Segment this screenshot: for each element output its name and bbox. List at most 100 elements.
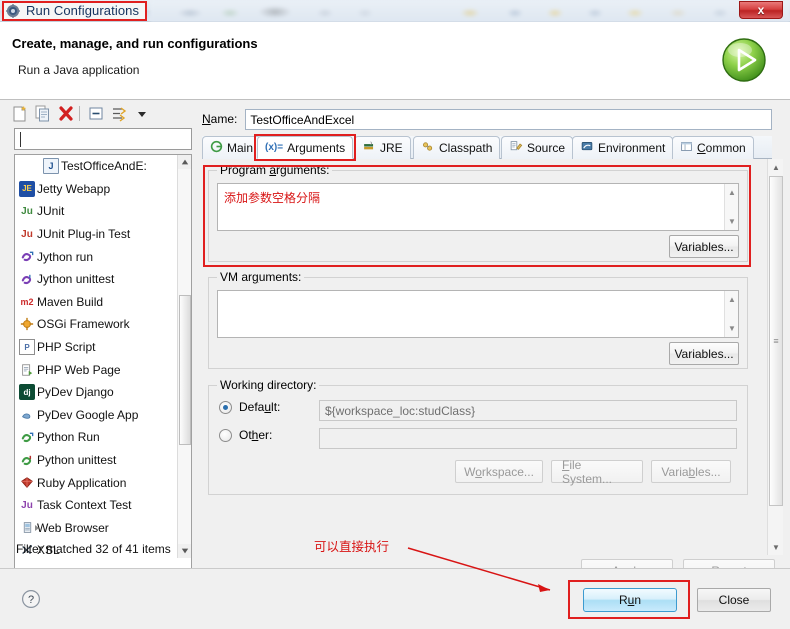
chevron-right-icon[interactable]: [35, 524, 39, 531]
working-directory-label: Working directory:: [217, 378, 320, 392]
close-button[interactable]: Close: [697, 588, 771, 612]
tree-item-maven-build[interactable]: m2 Maven Build: [15, 291, 179, 314]
vm-arguments-group: VM arguments: ▲ ▼ Variables...: [208, 270, 748, 369]
annotation-arrow: [407, 547, 551, 592]
help-question-icon[interactable]: ?: [21, 589, 41, 609]
workspace-button[interactable]: Workspace...: [455, 460, 543, 483]
vm-arguments-scrollbar[interactable]: ▲ ▼: [724, 291, 738, 337]
tree-item-pydev-django[interactable]: dj PyDev Django: [15, 381, 179, 404]
panel-vertical-scrollbar[interactable]: ▲ ≡ ▼: [767, 159, 783, 555]
tree-item-web-browser[interactable]: Web Browser: [15, 517, 179, 540]
tab-label: Main: [227, 141, 254, 155]
scroll-up-arrow-icon[interactable]: ▲: [769, 160, 783, 174]
tab-label: Common: [697, 141, 746, 155]
name-input[interactable]: TestOfficeAndExcel: [245, 108, 772, 130]
working-dir-variables-button[interactable]: Variables...: [651, 460, 731, 483]
radio-label: Other:: [239, 428, 273, 442]
sidebar-toolbar: [7, 101, 195, 125]
tree-item-label: Web Browser: [37, 520, 109, 535]
tab-main[interactable]: Main: [202, 136, 262, 159]
web-browser-icon: [19, 520, 35, 536]
working-dir-other-input[interactable]: [319, 428, 737, 449]
tree-item-jython-run[interactable]: Jython run: [15, 245, 179, 268]
panel-scrollbar-thumb[interactable]: ≡: [769, 176, 783, 506]
tree-item-osgi-framework[interactable]: OSGi Framework: [15, 313, 179, 336]
tree-item-jetty-webapp[interactable]: JE Jetty Webapp: [15, 178, 179, 201]
tree-scrollbar-thumb[interactable]: [179, 295, 191, 445]
scroll-up-arrow-icon[interactable]: ▲: [725, 186, 738, 199]
duplicate-icon[interactable]: [33, 104, 53, 123]
tree-item-task-context-test[interactable]: Ju Task Context Test: [15, 494, 179, 517]
working-dir-other-radio[interactable]: Other:: [219, 428, 272, 442]
osgi-icon: [19, 316, 35, 332]
scroll-down-arrow-icon[interactable]: ▼: [725, 215, 738, 228]
name-label: Name:: [202, 112, 238, 126]
tree-item-php-web-page[interactable]: PHP Web Page: [15, 358, 179, 381]
pydev-google-app-icon: [19, 407, 35, 423]
view-menu-chevron-down-icon[interactable]: [132, 104, 152, 123]
arguments-tab-content: Program arguments: 添加参数空格分隔 ▲ ▼ Variable…: [202, 159, 772, 555]
vm-arguments-variables-button[interactable]: Variables...: [669, 342, 739, 365]
tree-item-python-unittest[interactable]: Python unittest: [15, 449, 179, 472]
tree-viewport: J TestOfficeAndE: JE Jetty Webapp Ju JUn…: [15, 155, 179, 558]
tab-jre[interactable]: JRE: [354, 136, 411, 159]
php-script-icon: P: [19, 339, 35, 356]
tree-item-label: Jython run: [37, 249, 94, 264]
configuration-types-sidebar: J TestOfficeAndE: JE Jetty Webapp Ju JUn…: [7, 101, 195, 618]
tree-item-python-run[interactable]: Python Run: [15, 426, 179, 449]
new-launch-configuration-icon[interactable]: [10, 104, 30, 123]
program-arguments-textarea[interactable]: 添加参数空格分隔 ▲ ▼: [217, 183, 739, 231]
tree-item-php-script[interactable]: P PHP Script: [15, 336, 179, 359]
collapse-all-icon[interactable]: [86, 104, 106, 123]
tree-item-test-office-and-excel[interactable]: J TestOfficeAndE:: [15, 155, 179, 178]
tree-item-junit[interactable]: Ju JUnit: [15, 200, 179, 223]
scroll-down-arrow-icon[interactable]: ▼: [725, 322, 738, 335]
program-arguments-scrollbar[interactable]: ▲ ▼: [724, 184, 738, 230]
jython-run-icon: [19, 249, 35, 265]
tree-item-jython-unittest[interactable]: Jython unittest: [15, 268, 179, 291]
radio-indicator: [219, 428, 232, 442]
python-run-icon: [19, 429, 35, 445]
java-application-icon: J: [43, 158, 59, 175]
tree-vertical-scrollbar[interactable]: [177, 155, 191, 558]
run-button[interactable]: Run: [583, 588, 677, 612]
delete-icon[interactable]: [56, 104, 76, 123]
tree-item-label: PyDev Google App: [37, 407, 139, 422]
scroll-up-arrow-icon[interactable]: ▲: [725, 293, 738, 306]
filter-icon[interactable]: [109, 104, 129, 123]
tree-item-junit-plugin-test[interactable]: Ju JUnit Plug-in Test: [15, 223, 179, 246]
tree-item-label: PHP Web Page: [37, 362, 121, 377]
radio-label: Default:: [239, 400, 281, 414]
tree-item-pydev-google-app[interactable]: PyDev Google App: [15, 404, 179, 427]
jetty-icon: JE: [19, 180, 35, 197]
tree-item-label: OSGi Framework: [37, 317, 130, 332]
tab-label: Environment: [598, 141, 666, 155]
toolbar-separator: [79, 106, 80, 121]
jython-unittest-icon: [19, 271, 35, 287]
scroll-up-arrow-icon[interactable]: [178, 155, 191, 169]
dialog-body: J TestOfficeAndE: JE Jetty Webapp Ju JUn…: [0, 101, 790, 618]
environment-tab-icon: [580, 140, 594, 156]
tab-environment[interactable]: Environment: [572, 136, 674, 159]
window-title-bar: Run Configurations x: [0, 0, 790, 22]
file-system-button[interactable]: File System...: [551, 458, 643, 486]
tab-classpath[interactable]: Classpath: [413, 136, 501, 159]
tree-item-label: PHP Script: [37, 340, 96, 355]
working-dir-default-radio[interactable]: Default:: [219, 400, 280, 414]
scroll-down-arrow-icon[interactable]: ▼: [769, 540, 783, 554]
vm-arguments-textarea[interactable]: ▲ ▼: [217, 290, 739, 338]
tree-item-label: Maven Build: [37, 294, 104, 309]
tree-item-label: Python Run: [37, 430, 100, 445]
classpath-tab-icon: [421, 140, 435, 156]
radio-indicator: [219, 400, 232, 414]
tab-common[interactable]: Common: [672, 136, 754, 159]
tree-item-ruby-application[interactable]: Ruby Application: [15, 471, 179, 494]
tree-item-label: Python unittest: [37, 453, 117, 468]
tab-source[interactable]: Source: [501, 136, 574, 159]
tree-item-label: Task Context Test: [37, 498, 132, 513]
filter-input[interactable]: [14, 128, 192, 150]
junit-plugin-icon: Ju: [21, 228, 33, 240]
program-arguments-variables-button[interactable]: Variables...: [669, 235, 739, 258]
window-close-button[interactable]: x: [739, 1, 783, 19]
tab-arguments[interactable]: (x)= Arguments: [257, 136, 354, 159]
